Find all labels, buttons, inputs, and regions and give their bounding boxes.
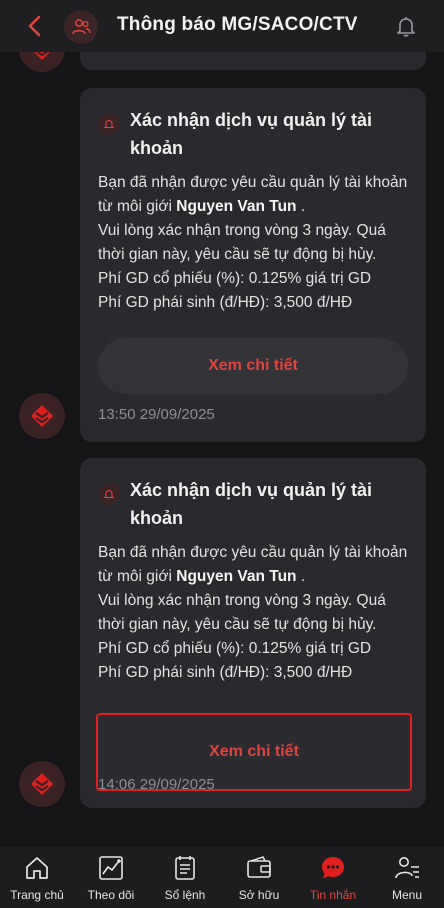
- back-button[interactable]: [22, 13, 46, 39]
- nav-label: Theo dõi: [87, 888, 135, 902]
- nav-label: Trang chủ: [10, 888, 64, 902]
- orderbook-icon: [170, 853, 200, 883]
- notification-body: Bạn đã nhận được yêu cầu quản lý tài kho…: [98, 541, 416, 685]
- derivative-fee-text: Phí GD phái sinh (đ/HĐ): 3,500 đ/HĐ: [98, 294, 353, 311]
- app-root: Thông báo MG/SACO/CTV Xác nhận dịch vụ q…: [0, 0, 444, 908]
- view-detail-button[interactable]: Xem chi tiết: [98, 338, 408, 394]
- notification-settings-button[interactable]: [394, 14, 418, 38]
- message-timestamp: 14:06 29/09/2025: [98, 776, 215, 793]
- notification-body: Bạn đã nhận được yêu cầu quản lý tài kho…: [98, 171, 416, 315]
- derivative-fee-text: Phí GD phái sinh (đ/HĐ): 3,500 đ/HĐ: [98, 664, 353, 681]
- bottom-navigation: Trang chủ Theo dõi Sổ lệnh Sở hữu Tin nh…: [0, 847, 444, 908]
- nav-item-watchlist[interactable]: Theo dõi: [74, 853, 148, 902]
- sender-avatar: [19, 393, 65, 439]
- nav-label: Sổ lệnh: [164, 888, 206, 902]
- notification-header: Xác nhận dịch vụ quản lý tài khoản: [98, 106, 418, 162]
- nav-item-messages[interactable]: Tin nhắn: [296, 853, 370, 902]
- group-avatar: [64, 10, 98, 44]
- body-text: .: [296, 198, 306, 215]
- menu-user-icon: [392, 853, 422, 883]
- users-icon: [72, 19, 91, 35]
- bell-icon: [98, 113, 120, 135]
- stock-fee-text: Phí GD cổ phiếu (%): 0.125% giá trị GD: [98, 640, 372, 657]
- brand-logo-icon: [34, 52, 50, 60]
- brand-logo-icon: [31, 405, 53, 427]
- chevron-left-icon: [28, 15, 41, 37]
- page-title: Thông báo MG/SACO/CTV: [117, 14, 358, 35]
- wallet-icon: [244, 853, 274, 883]
- body-text: Vui lòng xác nhận trong vòng 3 ngày. Quá…: [98, 592, 386, 633]
- notification-header: Xác nhận dịch vụ quản lý tài khoản: [98, 476, 418, 532]
- previous-message-card: [80, 52, 426, 70]
- bell-icon: [98, 483, 120, 505]
- broker-name: Nguyen Van Tun: [176, 568, 297, 585]
- body-text: Vui lòng xác nhận trong vòng 3 ngày. Quá…: [98, 222, 386, 263]
- notification-title: Xác nhận dịch vụ quản lý tài khoản: [130, 480, 373, 528]
- chat-icon: [318, 853, 348, 883]
- nav-label: Menu: [391, 888, 423, 902]
- notification-card: Xác nhận dịch vụ quản lý tài khoản Bạn đ…: [80, 458, 426, 808]
- chart-icon: [96, 853, 126, 883]
- sender-avatar: [19, 761, 65, 807]
- nav-label: Tin nhắn: [309, 888, 357, 902]
- message-timestamp: 13:50 29/09/2025: [98, 406, 215, 423]
- nav-item-home[interactable]: Trang chủ: [0, 853, 74, 902]
- top-bar: Thông báo MG/SACO/CTV: [0, 0, 444, 52]
- brand-logo-icon: [31, 773, 53, 795]
- message-feed[interactable]: Xác nhận dịch vụ quản lý tài khoản Bạn đ…: [0, 52, 444, 847]
- nav-item-menu[interactable]: Menu: [370, 853, 444, 902]
- nav-item-holdings[interactable]: Sở hữu: [222, 853, 296, 902]
- body-text: .: [296, 568, 306, 585]
- home-icon: [22, 853, 52, 883]
- nav-label: Sở hữu: [238, 888, 280, 902]
- bell-icon: [397, 17, 415, 37]
- nav-item-orderbook[interactable]: Sổ lệnh: [148, 853, 222, 902]
- notification-card: Xác nhận dịch vụ quản lý tài khoản Bạn đ…: [80, 88, 426, 442]
- broker-name: Nguyen Van Tun: [176, 198, 297, 215]
- notification-title: Xác nhận dịch vụ quản lý tài khoản: [130, 110, 373, 158]
- sender-avatar: [19, 52, 65, 72]
- stock-fee-text: Phí GD cổ phiếu (%): 0.125% giá trị GD: [98, 270, 372, 287]
